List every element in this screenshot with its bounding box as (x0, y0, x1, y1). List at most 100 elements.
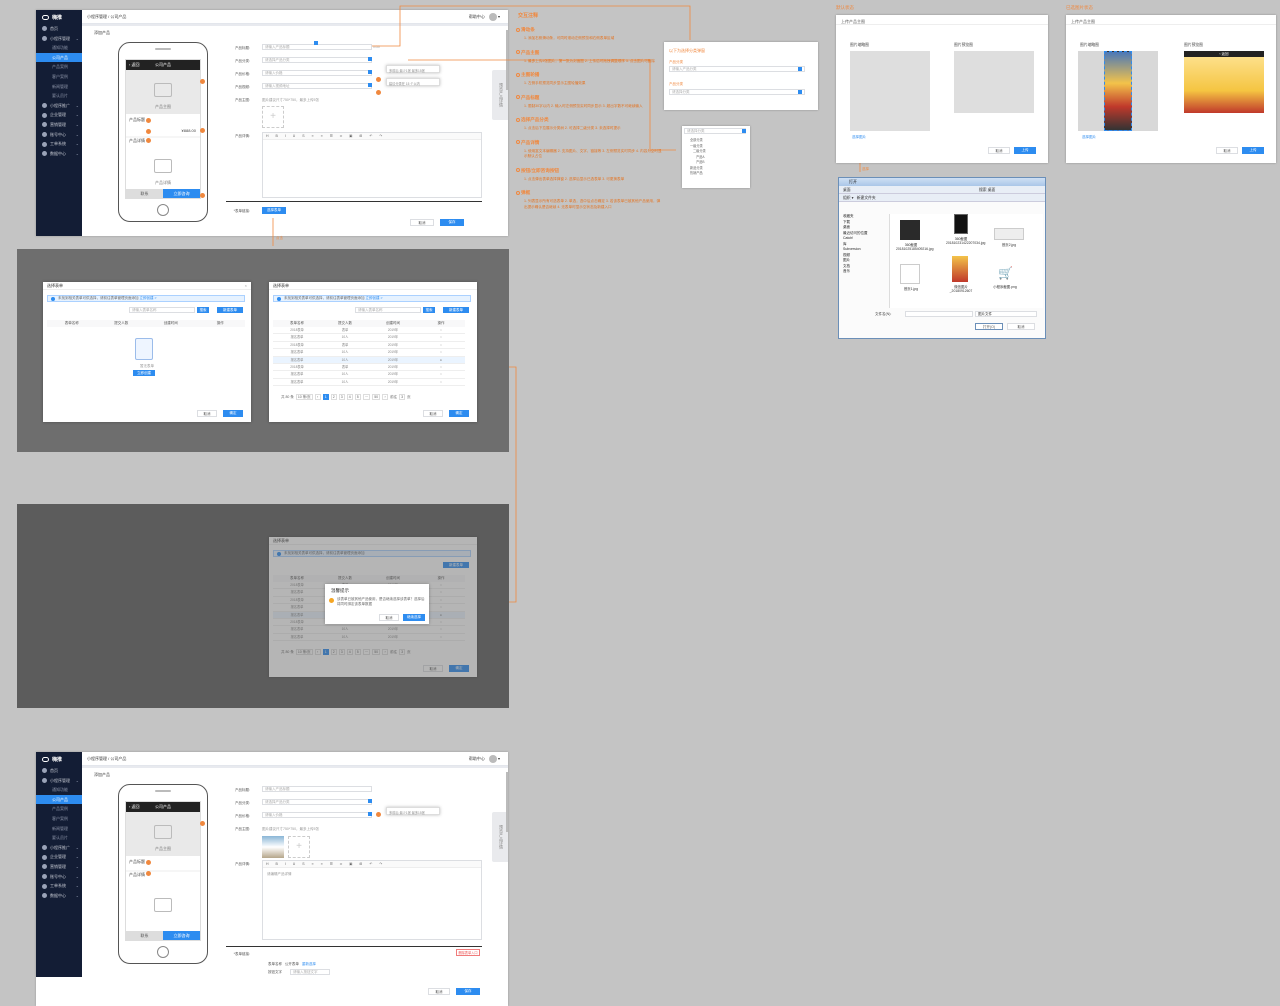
sidebar-item-6[interactable]: 新闻管理 (36, 824, 82, 834)
new-form-button[interactable]: 新建表单 (217, 307, 243, 313)
close-icon[interactable]: × (245, 282, 247, 290)
page-button[interactable]: 1 (322, 394, 329, 400)
table-row[interactable]: 报名表单 10人 2019年 ○ (273, 349, 465, 357)
page-button[interactable]: 1 (322, 649, 329, 655)
confirm-ok-button[interactable]: 继续选择 (403, 614, 425, 621)
radio-button[interactable]: ○ (417, 364, 465, 370)
radio-button[interactable]: ○ (417, 379, 465, 385)
search-button[interactable]: 搜索 (423, 307, 435, 313)
search-button[interactable]: 搜索 (197, 307, 209, 313)
selected-image-crop[interactable] (1104, 51, 1132, 131)
price-input[interactable]: 请输入价格 (262, 812, 372, 818)
tree-search[interactable]: 请选择分类 (684, 128, 746, 134)
search-input[interactable]: 请输入表单名称 (129, 307, 195, 313)
add-image-button[interactable]: + (288, 836, 310, 858)
file-name[interactable]: 360截图20181025185409216.jpg (896, 242, 934, 251)
organize-menu[interactable]: 组织 ▾ (843, 196, 854, 200)
page-size-select[interactable]: 10 条/页 (295, 394, 313, 400)
radio-button[interactable]: ○ (417, 349, 465, 355)
table-row[interactable]: 报名表单 10人 2019年 ● (273, 356, 465, 364)
sidebar-item-2[interactable]: 通知功能 (36, 785, 82, 795)
sidebar-item-4[interactable]: 产品案例 (36, 804, 82, 814)
cancel-button[interactable]: 取消 (423, 410, 443, 417)
table-row[interactable]: 报名表单 10人 2019年 ○ (273, 334, 465, 342)
reselect-form-link[interactable]: 重新选择 (302, 962, 316, 966)
sidebar-item-9[interactable]: 企业管理 ⌄ (36, 852, 82, 862)
phone-consult-button[interactable]: 立即咨询 (163, 931, 200, 940)
cancel-button[interactable]: 取消 (197, 410, 217, 417)
sidebar-item-13[interactable]: 数据中心 ⌄ (36, 891, 82, 901)
upload-button[interactable]: 上传 (1014, 147, 1036, 154)
sidebar-item-0[interactable]: 首页 (36, 766, 82, 776)
page-button[interactable]: ‹ (314, 649, 321, 655)
choose-image-link[interactable]: 选择图片 (1082, 135, 1096, 140)
goto-input[interactable]: 3 (399, 394, 406, 400)
file-name[interactable]: 360截图201810231422207034.jpg (946, 236, 985, 245)
button-text-input[interactable]: 请输入按钮文字 (290, 969, 330, 975)
page-button[interactable]: 50 (372, 649, 381, 655)
phone-left-button[interactable]: 联系 (126, 931, 163, 940)
cancel-button[interactable]: 取消 (988, 147, 1010, 154)
new-folder-button[interactable]: 新建文件夹 (857, 196, 876, 200)
table-row[interactable]: 报名表单 10人 2019年 ○ (273, 626, 465, 634)
cancel-button[interactable]: 取消 (1007, 323, 1035, 330)
search-input[interactable]: 请输入表单名称 (355, 307, 421, 313)
table-row[interactable]: 2018表单 表单 2019年 ○ (273, 342, 465, 350)
page-button[interactable]: ‹ (314, 394, 321, 400)
cancel-button[interactable]: 取消 (1216, 147, 1238, 154)
page-button[interactable]: ··· (362, 394, 371, 400)
page-button[interactable]: 5 (354, 649, 361, 655)
file-name[interactable]: 微信图片_20180912607 (946, 284, 976, 293)
category-select[interactable]: 请选择产品分类 (262, 799, 372, 805)
sidebar-item-3[interactable]: 公司产品 (36, 794, 82, 805)
open-button[interactable]: 打开(O) (975, 323, 1003, 330)
radio-button[interactable]: ○ (417, 334, 465, 340)
tree-node[interactable]: 二级分类 (690, 149, 706, 155)
delete-form-entry-button[interactable]: 删除表单入口 (456, 949, 480, 956)
file-name[interactable]: 小程序截图.png (990, 284, 1020, 289)
category-select[interactable]: 请选择分类 (669, 89, 805, 95)
create-form-button[interactable]: 立即创建 (133, 370, 155, 376)
new-form-button[interactable]: 新建表单 (443, 307, 469, 313)
help-link[interactable]: 帮助中心 (469, 756, 485, 761)
choose-image-link[interactable]: 选择图片 (852, 135, 866, 140)
save-button[interactable]: 保存 (456, 988, 480, 995)
filename-input[interactable] (905, 311, 973, 317)
radio-button[interactable]: ● (417, 357, 465, 363)
tree-node[interactable]: 热销产品 (690, 171, 706, 177)
page-button[interactable]: ··· (362, 649, 371, 655)
confirm-cancel-button[interactable]: 取消 (379, 614, 399, 621)
page-button[interactable]: 5 (354, 394, 361, 400)
goto-input[interactable]: 3 (399, 649, 406, 655)
table-row[interactable]: 报名表单 10人 2019年 ○ (273, 379, 465, 387)
table-row[interactable]: 报名表单 10人 2019年 ○ (273, 634, 465, 642)
rich-text-editor[interactable]: H B I U S ≡ ≡ ☰ ∞ ▣ ⊞ ↶ ↷ 请编辑产品详情 (262, 860, 482, 940)
category-input[interactable]: 请输入产品分类 (669, 66, 805, 72)
table-row[interactable]: 2018表单 表单 2019年 ○ (273, 364, 465, 372)
upload-button[interactable]: 上传 (1242, 147, 1264, 154)
product-name-input[interactable]: 请输入产品标题 (262, 786, 372, 792)
uploaded-image[interactable] (262, 836, 284, 858)
filetype-select[interactable]: 图片文件 (975, 311, 1037, 317)
file-name[interactable]: 首页1.jpg (896, 286, 926, 291)
radio-button[interactable]: ○ (417, 342, 465, 348)
page-size-select[interactable]: 10 条/页 (295, 649, 313, 655)
sidebar-item-12[interactable]: 工单系统 ⌄ (36, 881, 82, 891)
page-button[interactable]: 3 (338, 649, 345, 655)
avatar[interactable] (488, 754, 497, 763)
file-name[interactable]: 首页2.jpg (994, 242, 1024, 247)
table-row[interactable]: 报名表单 10人 2019年 ○ (273, 371, 465, 379)
page-button[interactable]: › (382, 649, 389, 655)
sidebar-item-11[interactable]: 账号中心 ⌄ (36, 872, 82, 882)
sidebar-item-8[interactable]: 小程序推广 ⌄ (36, 843, 82, 853)
sidebar-item-5[interactable]: 客户案例 (36, 814, 82, 824)
radio-button[interactable]: ○ (417, 371, 465, 377)
page-button[interactable]: › (382, 394, 389, 400)
cancel-button[interactable]: 取消 (428, 988, 450, 995)
sidebar-item-10[interactable]: 营销管理 ⌄ (36, 862, 82, 872)
page-button[interactable]: 4 (346, 394, 353, 400)
sidebar-item-1[interactable]: 小程序管理 ⌄ (36, 776, 82, 786)
page-button[interactable]: 2 (330, 394, 337, 400)
page-button[interactable]: 4 (346, 649, 353, 655)
folder-tree-item[interactable]: 音乐 (843, 269, 887, 275)
